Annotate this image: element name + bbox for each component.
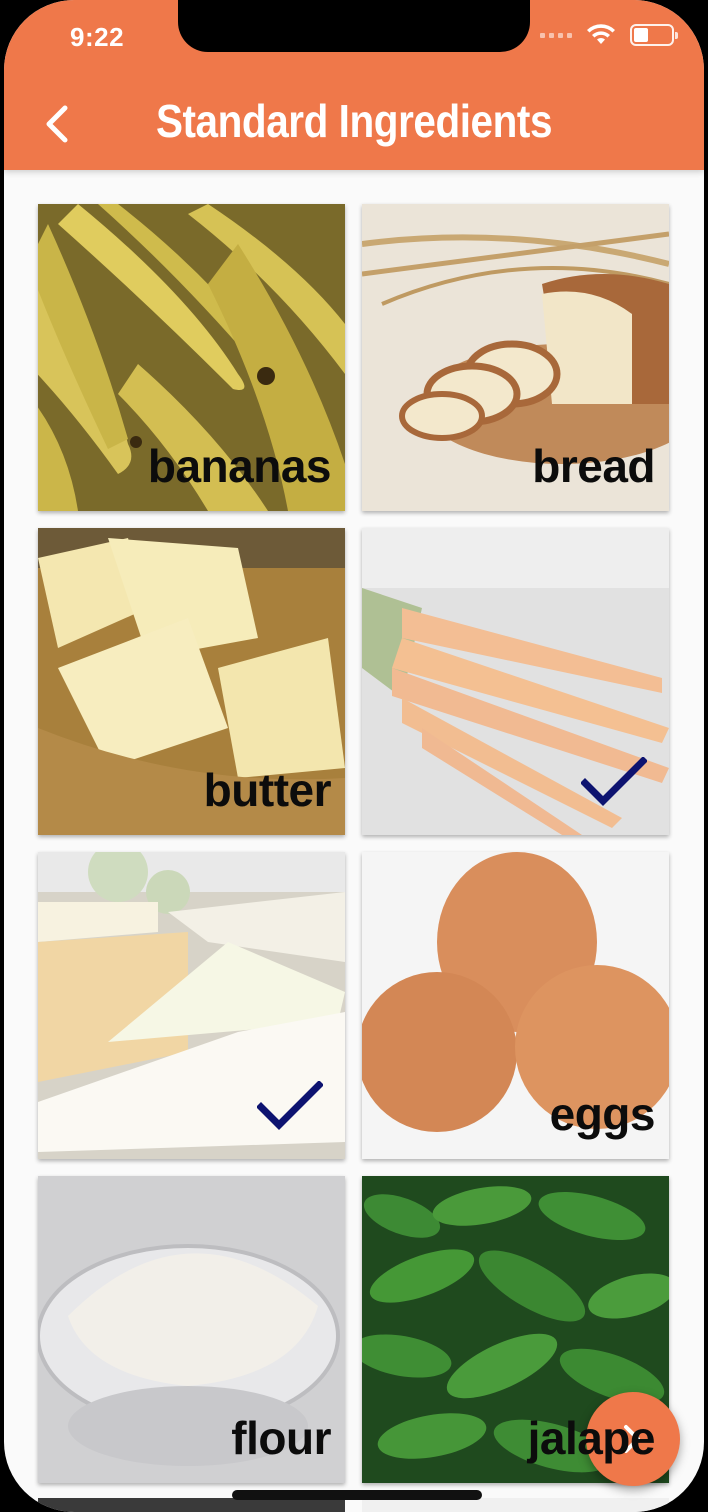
page-title: Standard Ingredients <box>155 95 553 147</box>
status-time: 9:22 <box>70 22 125 52</box>
checkmark-icon <box>257 1081 323 1130</box>
next-row-peek <box>38 1498 670 1512</box>
ingredient-tile-carrots[interactable] <box>362 528 669 835</box>
screen: 9:22 Standard Ingredients bananas bread … <box>4 0 704 1512</box>
ingredient-tile-bread[interactable]: bread <box>362 204 669 511</box>
ingredient-label: jalape <box>527 1412 656 1464</box>
ingredient-label: bananas <box>147 440 332 492</box>
checkmark-icon <box>581 757 647 806</box>
ingredient-tile-cheese[interactable] <box>38 852 345 1159</box>
battery-icon <box>630 24 678 46</box>
app-bar: 9:22 Standard Ingredients <box>4 0 704 170</box>
device-notch <box>178 0 530 52</box>
status-icons <box>540 24 678 46</box>
ingredient-label: bread <box>532 440 655 492</box>
wifi-icon <box>587 24 615 44</box>
device-frame: 9:22 Standard Ingredients bananas bread … <box>0 0 708 1512</box>
ingredient-label: eggs <box>549 1088 656 1140</box>
ingredient-label: butter <box>203 764 332 816</box>
ingredient-grid: bananas bread butter eggs flour jalape <box>38 204 670 1483</box>
ingredient-label: flour <box>231 1412 331 1464</box>
ingredient-tile-butter[interactable]: butter <box>38 528 345 835</box>
ingredient-tile-bananas[interactable]: bananas <box>38 204 345 511</box>
ingredient-tile-flour[interactable]: flour <box>38 1176 345 1483</box>
ingredient-tile-eggs[interactable]: eggs <box>362 852 669 1159</box>
ingredient-tile-jalapenos[interactable]: jalape <box>362 1176 669 1483</box>
cellular-signal-icon <box>540 32 572 38</box>
home-indicator[interactable] <box>232 1490 482 1500</box>
